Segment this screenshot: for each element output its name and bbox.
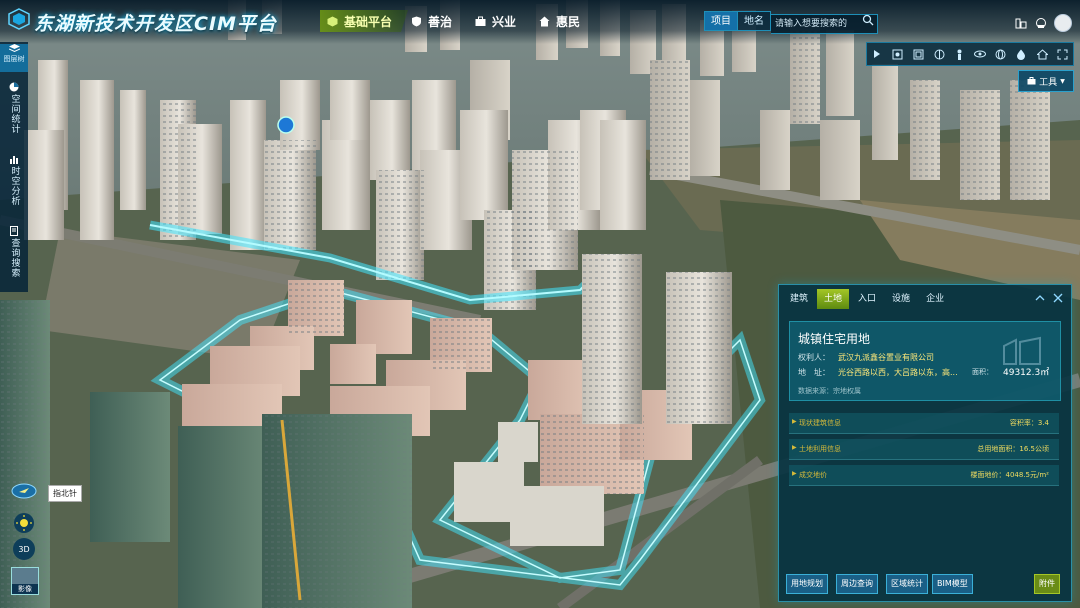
tools-dropdown[interactable]: 工具 ▼ (1018, 70, 1074, 92)
data-source: 数据来源：宗地权属 (798, 387, 861, 395)
play-icon[interactable] (871, 48, 883, 60)
sidebar-item-spatial-stats[interactable]: 空间统计 (0, 82, 28, 142)
message-icon[interactable] (1034, 16, 1048, 30)
attachment-button[interactable]: 附件 (1034, 574, 1060, 594)
person-icon[interactable] (954, 48, 966, 60)
tab-land[interactable]: 土地 (817, 289, 850, 309)
row-label: 成交地价 (799, 471, 827, 479)
owner-row: 权利人： 武汉九派鑫谷置业有限公司 (798, 352, 934, 363)
left-sidebar: 图层树 空间统计 时空分析 查询搜索 (0, 42, 28, 292)
compass-icon (11, 483, 37, 499)
search-group: 项目 地名 (704, 11, 878, 34)
row-value: 楼面地价：4048.5元/m² (970, 471, 1049, 479)
tab-enterprise[interactable]: 企业 (919, 289, 951, 309)
document-icon (10, 226, 18, 236)
tab-building[interactable]: 建筑 (783, 289, 815, 309)
search-icon[interactable] (862, 14, 874, 26)
nav-item-basic-platform[interactable]: 基础平台 (320, 10, 409, 32)
nearby-query-button[interactable]: 周边查询 (836, 574, 878, 594)
owner-value: 武汉九派鑫谷置业有限公司 (838, 353, 934, 362)
bim-model-button[interactable]: BIM模型 (932, 574, 973, 594)
sidebar-item-query[interactable]: 查询搜索 (0, 226, 28, 286)
tab-facility[interactable]: 设施 (885, 289, 917, 309)
sidebar-item-label: 查询搜索 (9, 238, 20, 278)
sunlight-button[interactable] (13, 512, 35, 534)
logo-icon (8, 8, 30, 30)
sidebar-item-spatiotemporal[interactable]: 时空分析 (0, 154, 28, 214)
row-label: 土地利用信息 (799, 445, 841, 453)
split-icon[interactable] (933, 48, 945, 60)
building-icon[interactable] (1014, 16, 1028, 30)
app-title: 东湖新技术开发区CIM平台 (34, 13, 277, 35)
sidebar-item-label: 图层树 (3, 55, 25, 63)
view-3d-button[interactable]: 3D (13, 538, 35, 560)
compass-tooltip: 指北针 (48, 485, 82, 502)
close-icon[interactable] (1053, 293, 1063, 303)
home-icon[interactable] (1036, 48, 1048, 60)
compass-button[interactable] (11, 483, 37, 499)
frame-icon[interactable] (912, 48, 924, 60)
search-box (771, 11, 878, 34)
row-label: 现状建筑信息 (799, 419, 841, 427)
search-tab-project[interactable]: 项目 (704, 11, 738, 31)
map-toolbar (866, 42, 1074, 66)
layers-icon (8, 44, 20, 53)
row-value: 容积率：3.4 (1009, 419, 1049, 427)
address-value: 光谷西路以西，大吕路以东，高... (838, 368, 958, 377)
shield-icon (410, 15, 423, 28)
nav-item-industry[interactable]: 兴业 (474, 10, 516, 32)
search-tab-placename[interactable]: 地名 (738, 11, 771, 31)
chevron-right-icon: ▶ (792, 470, 797, 477)
collapse-icon[interactable] (1035, 293, 1045, 303)
drop-icon[interactable] (1015, 48, 1027, 60)
nav-item-governance[interactable]: 善治 (410, 10, 452, 32)
toolbox-icon (1027, 77, 1036, 85)
screenshot-icon[interactable] (892, 48, 904, 60)
nav-item-label: 善治 (428, 14, 453, 29)
address-row: 地 址： 光谷西路以西，大吕路以东，高... (798, 367, 958, 378)
row-land-use[interactable]: ▶ 土地利用信息 总用地面积：16.5公顷 (789, 439, 1059, 460)
sidebar-item-label: 空间统计 (9, 94, 20, 134)
land-planning-button[interactable]: 用地规划 (786, 574, 828, 594)
sidebar-item-layer-tree[interactable]: 图层树 (0, 44, 28, 72)
nav-item-public-service[interactable]: 惠民 (538, 10, 580, 32)
chevron-right-icon: ▶ (792, 418, 797, 425)
globe-icon[interactable] (995, 48, 1007, 60)
nav-item-label: 基础平台 (344, 14, 393, 29)
land-info-panel: 建筑 土地 入口 设施 企业 城镇住宅用地 权利人： 武汉九派鑫谷置业有限公司 地… (778, 284, 1072, 602)
row-land-price[interactable]: ▶ 成交地价 楼面地价：4048.5元/m² (789, 465, 1059, 486)
building-watermark-icon (1003, 336, 1041, 365)
row-value: 总用地面积：16.5公顷 (977, 445, 1049, 453)
briefcase-icon (474, 15, 487, 28)
chevron-down-icon: ▼ (1060, 77, 1065, 85)
basemap-label: 影像 (12, 584, 38, 594)
row-building-status[interactable]: ▶ 现状建筑信息 容积率：3.4 (789, 413, 1059, 434)
avatar[interactable] (1054, 14, 1072, 32)
land-summary-card: 城镇住宅用地 权利人： 武汉九派鑫谷置业有限公司 地 址： 光谷西路以西，大吕路以东… (789, 321, 1061, 401)
sidebar-item-label: 时空分析 (9, 166, 20, 206)
cube-icon (326, 15, 339, 28)
owner-label: 权利人： (798, 353, 830, 362)
area-label: 面积： (972, 368, 993, 376)
basemap-switcher[interactable]: 影像 (11, 567, 39, 595)
top-right-controls (1014, 14, 1072, 32)
land-use-title: 城镇住宅用地 (798, 332, 871, 346)
chart-icon (10, 156, 18, 164)
chevron-right-icon: ▶ (792, 444, 797, 451)
nav-item-label: 兴业 (492, 14, 517, 29)
sun-icon (14, 513, 34, 533)
house-icon (538, 15, 551, 28)
region-stats-button[interactable]: 区域统计 (886, 574, 928, 594)
tab-entrance[interactable]: 入口 (851, 289, 883, 309)
nav-item-label: 惠民 (556, 14, 581, 29)
top-bar: 东湖新技术开发区CIM平台 基础平台 善治 兴业 惠民 项目 地名 (0, 0, 1080, 44)
area-value: 49312.3㎡ (1003, 368, 1050, 378)
tools-label: 工具 (1039, 77, 1058, 88)
address-label: 地 址： (798, 368, 830, 377)
pie-icon (9, 82, 19, 92)
fullscreen-icon[interactable] (1057, 48, 1069, 60)
panel-tabs: 建筑 土地 入口 设施 企业 (783, 289, 951, 309)
eye-icon[interactable] (974, 48, 987, 60)
